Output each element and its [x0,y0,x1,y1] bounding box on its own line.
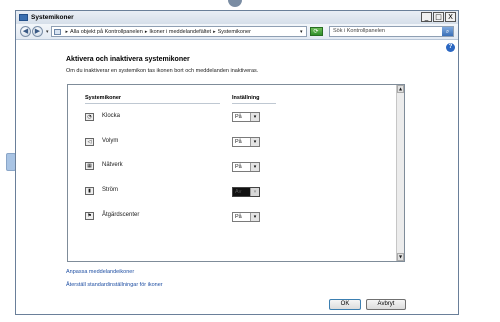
top-badge [228,0,242,7]
maximize-button[interactable]: □ [433,12,444,22]
breadcrumb-separator: ▸ [213,28,216,35]
search-input[interactable]: Sök i Kontrollpanelen ⌕ [329,26,454,37]
breadcrumb[interactable]: ▸ Alla objekt på Kontrollpanelen ▸ Ikone… [50,26,307,37]
row-label: Volym [102,138,119,144]
breadcrumb-item-all-items[interactable]: Alla objekt på Kontrollpanelen [70,29,143,35]
refresh-button[interactable]: ⟳ [309,27,323,36]
chevron-down-icon[interactable]: ▾ [250,213,259,221]
dialog-window: Systemikoner _ □ X ◀ ▶ ▾ ▸ Alla objekt p… [15,10,459,315]
setting-select-clock[interactable]: På ▾ [232,112,260,122]
search-placeholder: Sök i Kontrollpanelen [333,28,385,34]
battery-icon: ▮ [85,187,94,195]
page-description: Om du inaktiverar en systemikon tas ikon… [66,68,259,74]
row-label: Åtgärdscenter [102,212,140,218]
chevron-down-icon: ▾ [250,188,259,196]
window-title: Systemikoner [31,14,74,21]
customize-icons-link[interactable]: Anpassa meddelandeikoner [66,269,134,275]
setting-select-volume[interactable]: På ▾ [232,137,260,147]
ok-button[interactable]: OK [329,299,361,310]
select-value: Av [235,189,242,195]
control-panel-small-icon [53,28,61,35]
close-button[interactable]: X [445,12,456,22]
row-label: Nätverk [102,162,123,168]
page-title: Aktivera och inaktivera systemikoner [66,56,190,63]
setting-select-action-center[interactable]: På ▾ [232,212,260,222]
column-header-setting: Inställning [232,95,260,101]
speaker-icon: ◁ [85,138,94,146]
title-bar: Systemikoner _ □ X [16,11,458,24]
chevron-down-icon[interactable]: ▾ [250,163,259,171]
setting-select-power: Av ▾ [232,187,260,197]
cancel-button[interactable]: Avbryt [366,299,406,310]
system-icons-list: Systemikoner Inställning ◔ Klocka På ▾ ◁… [67,84,405,262]
refresh-icon: ⟳ [313,28,319,35]
breadcrumb-item-system-icons[interactable]: Systemikoner [218,29,251,35]
forward-button[interactable]: ▶ [32,26,43,37]
setting-select-network[interactable]: På ▾ [232,162,260,172]
breadcrumb-separator: ▸ [144,28,148,35]
back-button[interactable]: ◀ [20,26,31,37]
restore-defaults-link[interactable]: Återställ standardinställningar för ikon… [66,282,163,288]
scroll-up-icon[interactable]: ▲ [397,85,404,93]
clock-icon: ◔ [85,113,94,121]
select-value: På [235,214,242,220]
row-label: Ström [102,187,119,193]
address-bar: ◀ ▶ ▾ ▸ Alla objekt på Kontrollpanelen ▸… [16,24,458,40]
chevron-down-icon[interactable]: ▾ [250,113,259,121]
select-value: På [235,114,242,120]
column-divider [232,103,276,104]
main-content: Aktivera och inaktivera systemikoner Om … [16,40,458,314]
scroll-down-icon[interactable]: ▼ [397,253,404,261]
caption-buttons: _ □ X [421,12,456,22]
column-header-icons: Systemikoner [85,95,122,101]
breadcrumb-item-notification-icons[interactable]: Ikoner i meddelandefältet [149,29,211,35]
vertical-scrollbar[interactable]: ▲ ▼ [396,85,404,261]
row-label: Klocka [102,113,121,119]
search-icon[interactable]: ⌕ [442,27,453,36]
control-panel-icon [19,14,28,21]
chevron-down-icon[interactable]: ▾ [300,29,303,35]
list-body: Systemikoner Inställning ◔ Klocka På ▾ ◁… [68,85,396,261]
select-value: På [235,139,242,145]
column-divider [85,103,220,104]
select-value: På [235,164,242,170]
network-icon: ▦ [85,162,94,170]
minimize-button[interactable]: _ [421,12,432,22]
chevron-down-icon[interactable]: ▾ [250,138,259,146]
flag-icon: ⚑ [85,212,94,220]
recent-pages-dropdown-icon[interactable]: ▾ [46,29,49,35]
breadcrumb-separator: ▸ [65,28,69,35]
